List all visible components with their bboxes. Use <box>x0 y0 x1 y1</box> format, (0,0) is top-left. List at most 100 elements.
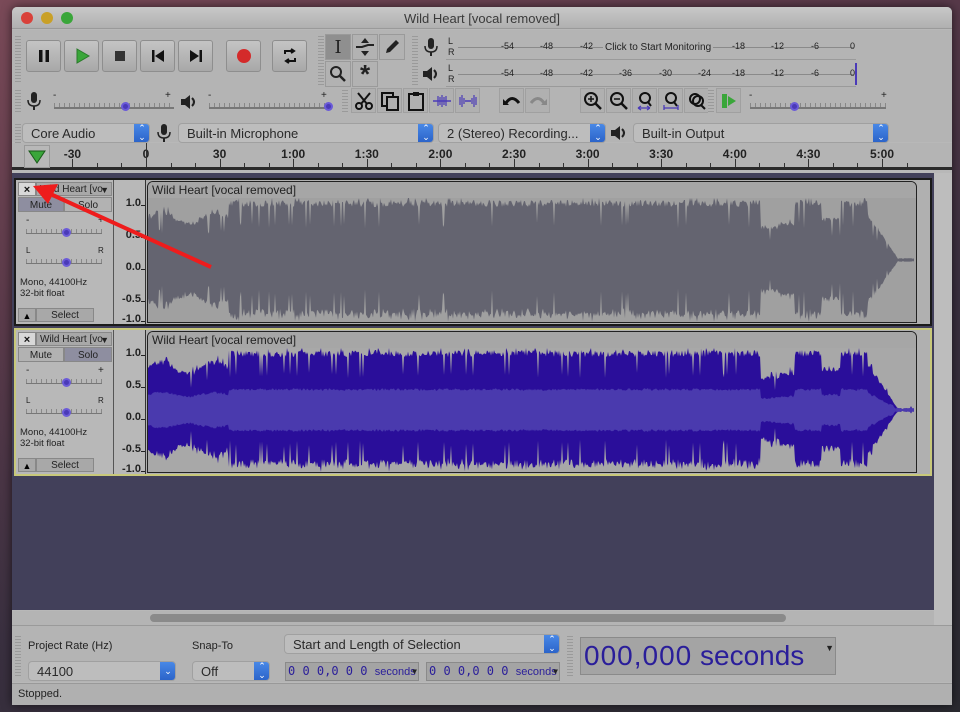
zoom-toggle-button[interactable] <box>684 88 709 113</box>
redo-button[interactable] <box>525 88 550 113</box>
output-volume-slider[interactable] <box>209 107 329 109</box>
transport-grip[interactable] <box>15 34 21 84</box>
gain-max-label: + <box>98 215 104 226</box>
record-meter[interactable]: L R -54 -48 -42 -18 -12 -6 0 Click to Start Mo… <box>446 34 856 60</box>
draw-tool-button[interactable] <box>379 34 405 60</box>
recording-channels-select[interactable]: 2 (Stereo) Recording... ⌃ ⌄ <box>438 123 606 143</box>
selection-toolbar: Project Rate (Hz) 44100 ⌄ Snap-To Off ⌃ ⌄… <box>12 625 952 682</box>
ruler-tick <box>710 163 712 167</box>
multi-tool-button[interactable]: * <box>352 61 378 87</box>
play-speed-slider[interactable] <box>750 107 886 109</box>
caret-down-icon[interactable]: ▼ <box>412 663 417 680</box>
select-track-button[interactable]: Select <box>36 458 94 472</box>
zoom-out-button[interactable] <box>606 88 631 113</box>
silence-audio-button[interactable] <box>455 88 480 113</box>
solo-button[interactable]: Solo <box>64 197 112 212</box>
amplitude-scale[interactable]: 1.0 0.5 0.0 -0.5 -1.0 <box>114 180 146 325</box>
selection-length-digits: 0 0 0,0 0 0 <box>429 664 509 678</box>
gain-slider-handle[interactable] <box>62 378 71 387</box>
ruler-tick <box>366 159 368 167</box>
amplitude-scale-label: -1.0 <box>122 463 141 475</box>
play-button[interactable] <box>64 40 99 72</box>
selection-start-field[interactable]: 0 0 0,0 0 0 seconds ▼ <box>285 662 419 681</box>
record-button[interactable] <box>226 40 261 72</box>
skip-to-end-button[interactable] <box>178 40 213 72</box>
cut-button[interactable] <box>351 88 376 113</box>
pause-button[interactable] <box>26 40 61 72</box>
select-track-button[interactable]: Select <box>36 308 94 322</box>
track-name-menu[interactable]: Wild Heart [vo ▼ <box>36 182 112 196</box>
vertical-scrollbar[interactable] <box>934 173 952 625</box>
start-monitoring-hint[interactable]: Click to Start Monitoring <box>603 42 714 53</box>
audio-clip[interactable]: Wild Heart [vocal removed] <box>147 331 917 473</box>
loop-button[interactable] <box>272 40 307 72</box>
playback-device-select[interactable]: Built-in Output ⌃ ⌄ <box>633 123 889 143</box>
selection-mode-select[interactable]: Start and Length of Selection ⌃ ⌄ <box>284 634 560 654</box>
recording-channels-value: 2 (Stereo) Recording... <box>447 126 579 141</box>
input-volume-slider-handle[interactable] <box>121 102 130 111</box>
mixer-grip[interactable] <box>15 88 21 114</box>
meter-scale-label: -18 <box>732 68 746 78</box>
play-speed-slider-handle[interactable] <box>789 102 799 111</box>
audio-track[interactable]: × Wild Heart [vo ▼ Mute Solo - + L R Mono… <box>14 328 932 476</box>
mute-button[interactable]: Mute <box>18 197 64 212</box>
fit-project-button[interactable] <box>658 88 683 113</box>
envelope-tool-button[interactable] <box>352 34 378 60</box>
pan-slider-handle[interactable] <box>62 258 71 267</box>
clip-title[interactable]: Wild Heart [vocal removed] <box>148 332 916 348</box>
project-rate-select[interactable]: 44100 ⌄ <box>28 661 176 681</box>
audio-position-display[interactable]: 000,000 seconds ▼ <box>580 637 836 675</box>
output-volume-min-label: - <box>208 90 212 101</box>
paste-button[interactable] <box>403 88 428 113</box>
zoom-tool-button[interactable] <box>325 61 351 87</box>
collapse-track-button[interactable]: ▲ <box>18 308 36 322</box>
trim-audio-button[interactable] <box>429 88 454 113</box>
solo-button[interactable]: Solo <box>64 347 112 362</box>
zoom-in-button[interactable] <box>580 88 605 113</box>
waveform[interactable] <box>148 348 917 472</box>
device-toolbar: Core Audio ⌃ ⌄ Built-in Microphone ⌃ ⌄ 2 (… <box>12 122 952 144</box>
recording-device-select[interactable]: Built-in Microphone ⌃ ⌄ <box>178 123 434 143</box>
stop-button[interactable] <box>102 40 137 72</box>
play-at-speed-button[interactable] <box>716 88 741 113</box>
fit-selection-button[interactable] <box>632 88 657 113</box>
track-close-button[interactable]: × <box>18 332 36 346</box>
gain-slider-handle[interactable] <box>62 228 71 237</box>
meter-grip[interactable] <box>412 34 418 86</box>
amplitude-scale[interactable]: 1.0 0.5 0.0 -0.5 -1.0 <box>114 330 146 475</box>
audio-host-select[interactable]: Core Audio ⌃ ⌄ <box>22 123 150 143</box>
snap-to-select[interactable]: Off ⌃ ⌄ <box>192 661 270 681</box>
clip-title[interactable]: Wild Heart [vocal removed] <box>148 182 916 198</box>
mute-button[interactable]: Mute <box>18 347 64 362</box>
copy-button[interactable] <box>377 88 402 113</box>
skip-to-start-button[interactable] <box>140 40 175 72</box>
fit-selection-icon <box>637 91 652 111</box>
timeline-ruler[interactable]: -300301:001:302:002:303:003:304:004:305:… <box>12 143 952 170</box>
output-volume-slider-handle[interactable] <box>324 102 333 111</box>
selection-tool-button[interactable]: I <box>325 34 351 60</box>
audio-clip[interactable]: Wild Heart [vocal removed] <box>147 181 917 323</box>
audio-track[interactable]: × Wild Heart [vo ▼ Mute Solo - + L R Mono… <box>14 178 932 326</box>
play-at-speed-grip[interactable] <box>708 88 714 114</box>
asterisk-icon: * <box>359 59 371 89</box>
record-meter-button[interactable] <box>420 36 442 58</box>
pan-slider-handle[interactable] <box>62 408 71 417</box>
waveform[interactable] <box>148 198 917 322</box>
track-panel[interactable]: × Wild Heart [vo ▼ Mute Solo - + L R Mono… <box>12 173 934 610</box>
tools-grip[interactable] <box>318 34 324 86</box>
edit-grip[interactable] <box>342 88 348 114</box>
collapse-track-button[interactable]: ▲ <box>18 458 36 472</box>
playback-meter[interactable]: L R -54 -48 -42 -36 -30 -24 -18 -12 -6 0 <box>446 61 857 87</box>
timeline-options-button[interactable] <box>24 145 50 168</box>
input-volume-slider[interactable] <box>54 107 174 109</box>
track-close-button[interactable]: × <box>18 182 36 196</box>
track-name-menu[interactable]: Wild Heart [vo ▼ <box>36 332 112 346</box>
meter-scale-label: -6 <box>811 68 820 78</box>
playback-meter-button[interactable] <box>420 63 442 85</box>
undo-button[interactable] <box>499 88 524 113</box>
horizontal-scrollbar-thumb[interactable] <box>150 614 786 622</box>
selection-length-field[interactable]: 0 0 0,0 0 0 seconds ▼ <box>426 662 560 681</box>
caret-down-icon[interactable]: ▼ <box>553 663 558 680</box>
horizontal-scrollbar[interactable] <box>12 611 934 625</box>
caret-down-icon[interactable]: ▼ <box>825 638 834 658</box>
